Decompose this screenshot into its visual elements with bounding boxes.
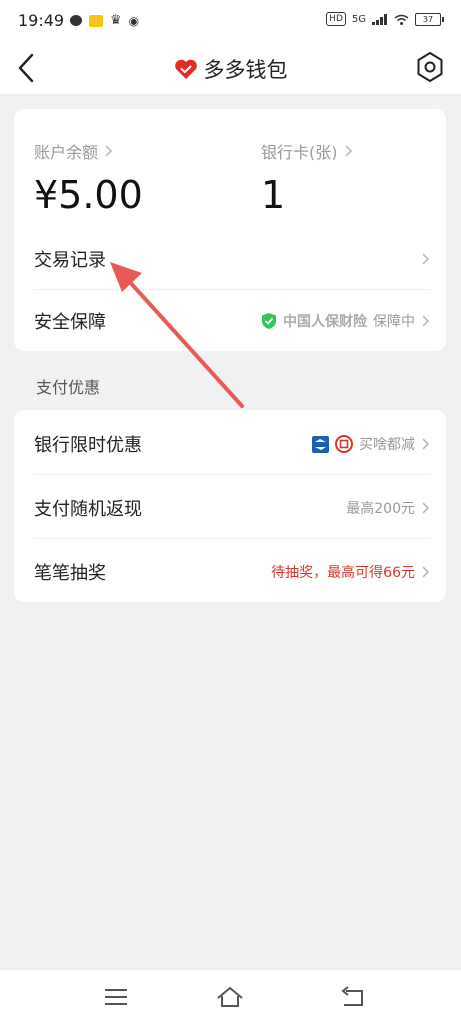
app-notify-icon [89, 14, 103, 27]
bank-offer-label: 银行限时优惠 [34, 435, 142, 456]
chat-icon [70, 15, 82, 26]
security-row[interactable]: 安全保障 中国人保财险 保障中 [34, 289, 430, 353]
lottery-info: 待抽奖，最高可得66元 [271, 562, 430, 582]
bank-logo-icon [312, 435, 329, 453]
divider [34, 474, 430, 475]
lottery-value: 待抽奖，最高可得66元 [271, 565, 415, 581]
balance-value: ¥5.00 [34, 173, 143, 217]
security-info: 中国人保财险 保障中 [261, 311, 430, 331]
system-nav-bar [0, 969, 461, 1024]
wifi-icon [394, 14, 409, 25]
home-icon[interactable] [216, 984, 244, 1010]
gear-icon[interactable] [413, 50, 447, 84]
balance-link[interactable]: 账户余额 [34, 139, 113, 163]
network-label: 5G [351, 13, 366, 25]
bankcard-count: 1 [261, 173, 286, 217]
chevron-right-icon [422, 438, 430, 450]
chevron-right-icon [422, 566, 430, 578]
bank-offer-info: 买啥都减 [312, 434, 430, 454]
cashback-row[interactable]: 支付随机返现 最高200元 [34, 476, 430, 540]
icbc-logo-icon [335, 435, 353, 453]
shield-check-icon [262, 313, 276, 329]
chevron-right-icon [344, 145, 352, 157]
nav-bar: 多多钱包 [0, 42, 461, 95]
transactions-label: 交易记录 [34, 250, 106, 271]
chevron-right-icon [105, 145, 113, 157]
heart-wallet-icon [174, 59, 197, 79]
balance-label: 账户余额 [34, 143, 99, 162]
notification-icons: ♛ ◉ [70, 13, 139, 28]
security-label: 安全保障 [34, 312, 106, 333]
menu-icon[interactable] [102, 984, 130, 1010]
bankcard-label: 银行卡(张) [261, 143, 338, 162]
battery-icon: 37 [415, 12, 444, 26]
wallet-card: 账户余额 ¥5.00 银行卡(张) 1 交易记录 安全保障 中国人保财险 保障中 [14, 109, 446, 351]
lottery-label: 笔笔抽奖 [34, 563, 106, 584]
divider [34, 538, 430, 539]
cashback-label: 支付随机返现 [34, 499, 142, 520]
page-title: 多多钱包 [203, 58, 288, 82]
cashback-value: 最高200元 [346, 501, 415, 517]
section-title-offers: 支付优惠 [36, 378, 101, 397]
bank-offer-row[interactable]: 银行限时优惠 买啥都减 [34, 412, 430, 476]
bank-offer-value: 买啥都减 [359, 437, 415, 453]
cashback-info: 最高200元 [346, 498, 430, 518]
signal-icon [372, 13, 387, 25]
crown-icon: ♛ [110, 13, 122, 28]
chevron-right-icon [422, 315, 430, 327]
security-status: 保障中 [373, 314, 415, 330]
security-brand: 中国人保财险 [283, 314, 367, 330]
status-right: HD 5G 37 [326, 12, 444, 26]
chevron-right-icon [422, 253, 430, 265]
weibo-icon: ◉ [128, 13, 140, 28]
status-time: 19:49 [18, 11, 65, 30]
transactions-row[interactable]: 交易记录 [34, 227, 430, 291]
return-icon[interactable] [338, 984, 366, 1010]
bankcard-link[interactable]: 银行卡(张) [261, 139, 353, 163]
offers-card: 银行限时优惠 买啥都减 支付随机返现 最高200元 笔笔抽奖 待抽奖，最高可得6… [14, 410, 446, 602]
chevron-right-icon [422, 502, 430, 514]
page-title-group: 多多钱包 [0, 54, 461, 84]
status-bar: 19:49 ♛ ◉ HD 5G 37 [0, 0, 461, 42]
lottery-row[interactable]: 笔笔抽奖 待抽奖，最高可得66元 [34, 540, 430, 604]
hd-icon: HD [326, 12, 346, 26]
